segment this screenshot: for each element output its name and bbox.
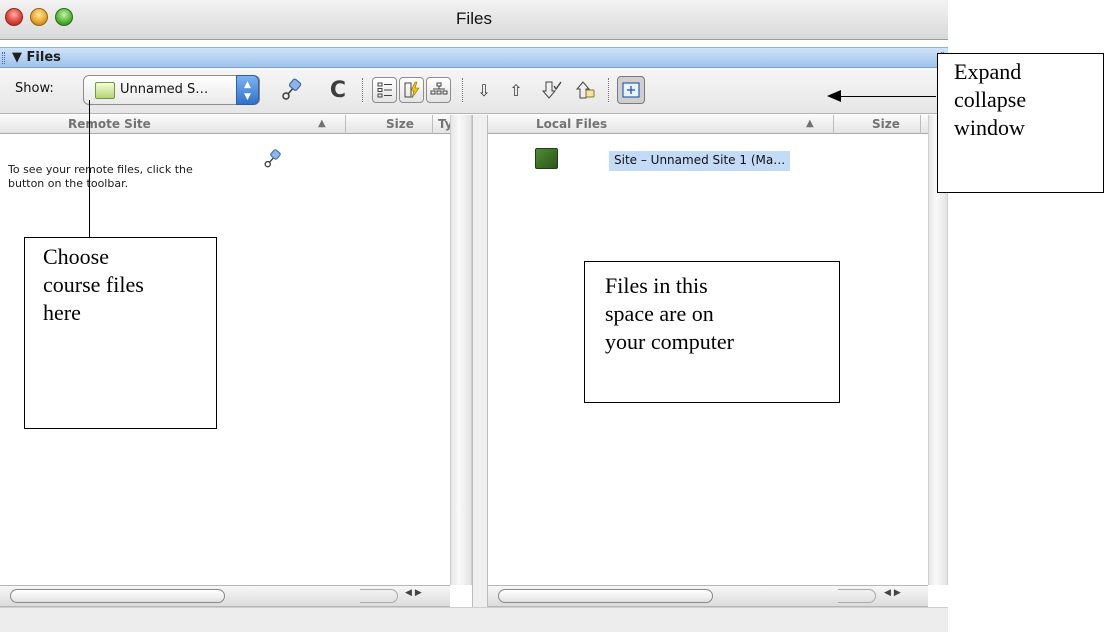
expand-callout-arrow-line [840,96,936,97]
site-folder-icon [95,82,115,99]
local-size-column-header[interactable]: Size [872,117,900,131]
expand-collapse-callout: Expand collapse window [937,53,1104,193]
callout-text: space are on [605,301,714,326]
course-callout-pointer [89,100,90,237]
refresh-icon[interactable]: C [324,75,352,105]
callout-text: here [43,300,81,325]
local-files-callout: Files in this space are on your computer [584,261,840,403]
testing-server-icon[interactable] [399,77,424,103]
get-files-icon[interactable]: ⇩ [472,75,496,105]
local-horizontal-scrollbar[interactable]: ◀▶ [488,585,928,607]
panel-grip-icon[interactable] [2,52,5,64]
pane-divider[interactable] [472,115,488,632]
remote-vertical-scrollbar[interactable] [450,115,472,585]
title-bar: Files [0,0,948,40]
sort-ascending-icon[interactable]: ▲ [318,118,326,129]
callout-text: your computer [605,329,734,354]
check-out-icon[interactable] [538,75,564,105]
callout-text: Expand [954,59,1022,84]
remote-type-column-header[interactable]: Ty [438,117,450,131]
remote-site-column-header[interactable]: Remote Site [68,117,151,131]
scroll-arrows-icon[interactable]: ◀▶ [405,588,425,598]
scroll-track-end [360,589,398,603]
check-in-icon[interactable] [572,75,598,105]
toolbar-separator [462,78,463,102]
files-panel-header[interactable]: ▼ Files [0,47,948,68]
callout-text: window [954,115,1025,140]
files-panel-title[interactable]: ▼ Files [12,50,61,65]
remote-horizontal-scrollbar[interactable]: ◀▶ [0,585,450,607]
remote-column-headers: Remote Site ▲ Size Ty [0,115,450,134]
toolbar-separator [362,78,363,102]
dropdown-arrows-icon: ▲ ▼ [236,75,259,105]
files-toolbar: Show: Unnamed S… ▲ ▼ C ⇩ ⇧ [0,68,948,114]
column-separator[interactable] [833,115,834,134]
help-text-line-2: button on the toolbar. [8,177,129,190]
scroll-track-end [838,589,876,603]
connect-icon[interactable] [276,75,306,105]
scroll-thumb[interactable] [498,589,713,603]
callout-text: course files [43,272,144,297]
put-files-icon[interactable]: ⇧ [504,75,528,105]
column-separator[interactable] [432,115,433,134]
help-text-line-1: To see your remote files, click the [8,163,193,176]
callout-text: collapse [954,87,1027,112]
toolbar-separator [608,78,609,102]
callout-text: Files in this [605,273,708,298]
connect-icon-inline [260,147,284,176]
site-select-value: Unnamed S… [120,82,209,97]
local-site-item[interactable]: Site – Unnamed Site 1 (Ma… [609,151,791,171]
scroll-arrows-icon[interactable]: ◀▶ [884,588,904,598]
column-separator[interactable] [345,115,346,134]
remote-files-help-text: To see your remote files, click the butt… [8,163,278,191]
choose-course-files-callout: Choose course files here [24,237,217,429]
scroll-thumb[interactable] [10,589,225,603]
site-map-icon[interactable] [426,77,451,103]
site-folder-icon[interactable] [535,148,558,169]
file-view-list-icon[interactable] [372,77,397,103]
show-label: Show: [15,81,54,96]
remote-size-column-header[interactable]: Size [386,117,414,131]
expand-collapse-icon[interactable] [617,76,645,104]
status-bar [0,607,948,632]
column-separator[interactable] [920,115,921,134]
site-select-dropdown[interactable]: Unnamed S… ▲ ▼ [83,75,260,105]
callout-text: Choose [43,244,109,269]
arrow-left-icon [827,90,841,102]
local-files-column-header[interactable]: Local Files [536,117,607,131]
window-title: Files [456,9,492,28]
local-column-headers: Local Files ▲ Size [488,115,928,134]
sort-ascending-icon[interactable]: ▲ [806,118,814,129]
